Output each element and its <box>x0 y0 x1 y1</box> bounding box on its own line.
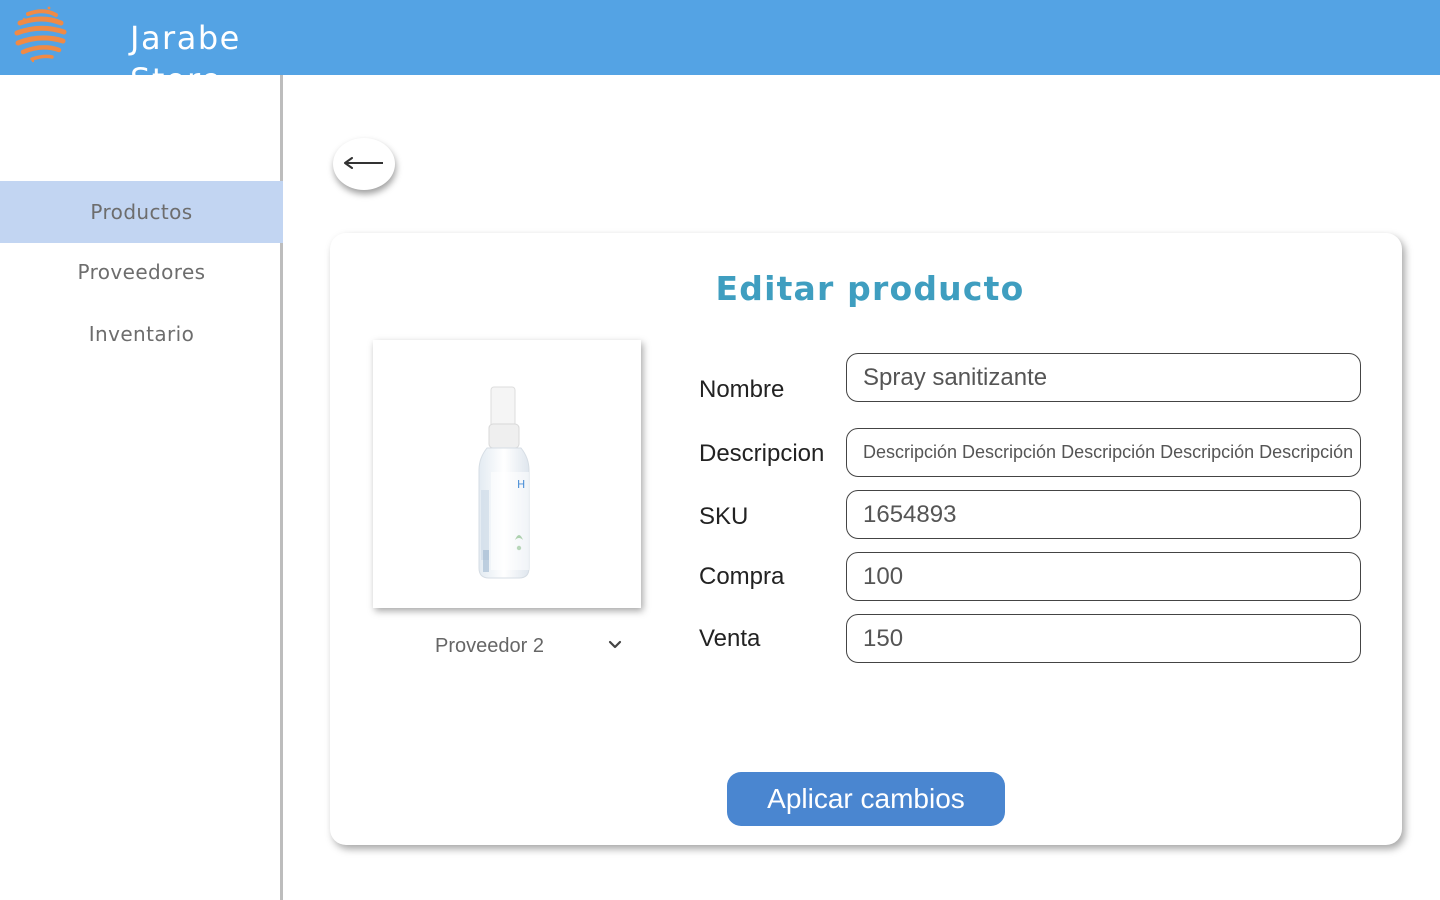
top-bar: Jarabe Store <box>0 0 1440 75</box>
sidebar-item-productos[interactable]: Productos <box>0 181 283 243</box>
page-title: Editar producto <box>715 269 1025 308</box>
sidebar-item-proveedores[interactable]: Proveedores <box>0 241 283 303</box>
field-label-compra: Compra <box>699 563 785 590</box>
sale-price-field[interactable] <box>846 614 1361 663</box>
sidebar: Productos Proveedores Inventario <box>0 75 283 900</box>
field-label-descripcion: Descripcion <box>699 440 825 467</box>
brand-name: Jarabe Store <box>130 19 241 75</box>
sidebar-item-inventario[interactable]: Inventario <box>0 303 283 365</box>
description-field[interactable] <box>846 428 1361 477</box>
product-image: H <box>373 340 641 608</box>
sku-field[interactable] <box>846 490 1361 539</box>
field-label-sku: SKU <box>699 503 749 530</box>
field-label-nombre: Nombre <box>699 376 785 403</box>
name-field[interactable] <box>846 353 1361 402</box>
supplier-select[interactable]: Proveedor 2 <box>430 629 630 663</box>
supplier-select-value: Proveedor 2 <box>435 634 544 657</box>
edit-product-card: Editar producto H Proveedor 2 Nombre Spr… <box>330 233 1402 845</box>
arrow-left-icon <box>344 157 383 169</box>
chevron-down-icon <box>608 640 622 649</box>
logo-icon <box>14 6 67 63</box>
apply-changes-button[interactable]: Aplicar cambios <box>727 772 1005 826</box>
spray-bottle-image: H <box>478 386 530 579</box>
field-label-venta: Venta <box>699 625 761 652</box>
purchase-price-field[interactable] <box>846 552 1361 601</box>
sidebar-item-label: Productos <box>90 200 193 224</box>
back-button[interactable] <box>333 138 395 190</box>
sidebar-item-label: Proveedores <box>77 260 206 284</box>
sidebar-item-label: Inventario <box>88 322 195 346</box>
svg-text:H: H <box>517 478 525 491</box>
